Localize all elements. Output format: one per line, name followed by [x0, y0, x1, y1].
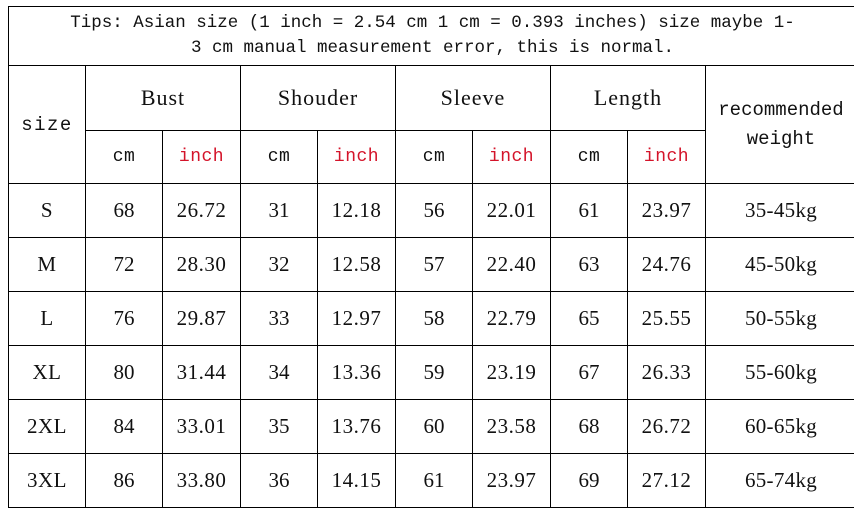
cell-shoulder-cm: 31 — [240, 183, 318, 238]
header-unit-shoulder-inch: inch — [317, 130, 396, 184]
cell-shoulder-cm: 35 — [240, 399, 318, 454]
cell-length-cm: 69 — [550, 453, 628, 508]
cell-sleeve-cm: 57 — [395, 237, 473, 292]
cell-sleeve-inch: 22.79 — [472, 291, 551, 346]
cell-length-cm: 63 — [550, 237, 628, 292]
tips-banner: Tips: Asian size (1 inch = 2.54 cm 1 cm … — [8, 6, 854, 66]
cell-shoulder-cm: 36 — [240, 453, 318, 508]
cell-sleeve-inch: 22.01 — [472, 183, 551, 238]
table-row: S 68 26.72 31 12.18 56 22.01 61 23.97 35… — [8, 183, 854, 238]
cell-size: M — [8, 237, 86, 292]
cell-bust-inch: 28.30 — [162, 237, 241, 292]
cell-bust-inch: 29.87 — [162, 291, 241, 346]
cell-sleeve-cm: 61 — [395, 453, 473, 508]
header-unit-bust-inch: inch — [162, 130, 241, 184]
header-weight-line-1: recommended — [718, 99, 844, 121]
header-group-sleeve: Sleeve — [395, 65, 551, 131]
cell-weight: 45-50kg — [705, 237, 854, 292]
header-unit-bust-cm: cm — [85, 130, 163, 184]
header-group-bust: Bust — [85, 65, 241, 131]
cell-shoulder-inch: 12.97 — [317, 291, 396, 346]
table-row: 3XL 86 33.80 36 14.15 61 23.97 69 27.12 … — [8, 453, 854, 508]
cell-shoulder-inch: 14.15 — [317, 453, 396, 508]
cell-size: 2XL — [8, 399, 86, 454]
cell-length-inch: 24.76 — [627, 237, 706, 292]
cell-size: 3XL — [8, 453, 86, 508]
cell-weight: 60-65kg — [705, 399, 854, 454]
header-unit-length-inch: inch — [627, 130, 706, 184]
cell-weight: 50-55kg — [705, 291, 854, 346]
header-size: size — [8, 65, 86, 184]
cell-bust-inch: 26.72 — [162, 183, 241, 238]
cell-sleeve-inch: 23.19 — [472, 345, 551, 400]
header-unit-sleeve-cm: cm — [395, 130, 473, 184]
cell-sleeve-inch: 23.97 — [472, 453, 551, 508]
cell-length-cm: 67 — [550, 345, 628, 400]
cell-size: XL — [8, 345, 86, 400]
cell-length-cm: 68 — [550, 399, 628, 454]
cell-bust-inch: 33.01 — [162, 399, 241, 454]
header-unit-sleeve-inch: inch — [472, 130, 551, 184]
tips-line-2: 3 cm manual measurement error, this is n… — [190, 38, 675, 58]
cell-sleeve-inch: 22.40 — [472, 237, 551, 292]
cell-shoulder-inch: 12.18 — [317, 183, 396, 238]
size-chart-container: Tips: Asian size (1 inch = 2.54 cm 1 cm … — [8, 6, 854, 508]
cell-bust-cm: 80 — [85, 345, 163, 400]
cell-shoulder-inch: 13.36 — [317, 345, 396, 400]
cell-shoulder-inch: 13.76 — [317, 399, 396, 454]
cell-shoulder-cm: 34 — [240, 345, 318, 400]
cell-length-inch: 23.97 — [627, 183, 706, 238]
table-row: 2XL 84 33.01 35 13.76 60 23.58 68 26.72 … — [8, 399, 854, 454]
cell-size: L — [8, 291, 86, 346]
cell-sleeve-cm: 58 — [395, 291, 473, 346]
cell-bust-cm: 72 — [85, 237, 163, 292]
cell-length-inch: 26.33 — [627, 345, 706, 400]
cell-length-inch: 26.72 — [627, 399, 706, 454]
cell-bust-cm: 76 — [85, 291, 163, 346]
header-group-shoulder: Shouder — [240, 65, 396, 131]
cell-shoulder-inch: 12.58 — [317, 237, 396, 292]
tips-row: Tips: Asian size (1 inch = 2.54 cm 1 cm … — [8, 6, 854, 66]
cell-weight: 35-45kg — [705, 183, 854, 238]
header-group-length: Length — [550, 65, 706, 131]
cell-shoulder-cm: 33 — [240, 291, 318, 346]
table-row: M 72 28.30 32 12.58 57 22.40 63 24.76 45… — [8, 237, 854, 292]
cell-length-inch: 27.12 — [627, 453, 706, 508]
header-row-groups: size Bust Shouder Sleeve Length recommen… — [8, 65, 854, 184]
cell-bust-cm: 84 — [85, 399, 163, 454]
cell-size: S — [8, 183, 86, 238]
cell-bust-cm: 86 — [85, 453, 163, 508]
tips-line-1: Tips: Asian size (1 inch = 2.54 cm 1 cm … — [70, 12, 795, 33]
table-row: XL 80 31.44 34 13.36 59 23.19 67 26.33 5… — [8, 345, 854, 400]
cell-sleeve-inch: 23.58 — [472, 399, 551, 454]
cell-weight: 65-74kg — [705, 453, 854, 508]
size-chart-table: Tips: Asian size (1 inch = 2.54 cm 1 cm … — [8, 6, 854, 508]
header-unit-length-cm: cm — [550, 130, 628, 184]
cell-bust-cm: 68 — [85, 183, 163, 238]
cell-length-cm: 61 — [550, 183, 628, 238]
table-row: L 76 29.87 33 12.97 58 22.79 65 25.55 50… — [8, 291, 854, 346]
cell-length-cm: 65 — [550, 291, 628, 346]
cell-sleeve-cm: 56 — [395, 183, 473, 238]
header-weight-line-2: weight — [746, 127, 816, 150]
cell-bust-inch: 33.80 — [162, 453, 241, 508]
header-recommended-weight: recommended weight — [705, 65, 854, 184]
header-unit-shoulder-cm: cm — [240, 130, 318, 184]
cell-length-inch: 25.55 — [627, 291, 706, 346]
cell-sleeve-cm: 59 — [395, 345, 473, 400]
cell-weight: 55-60kg — [705, 345, 854, 400]
cell-shoulder-cm: 32 — [240, 237, 318, 292]
cell-bust-inch: 31.44 — [162, 345, 241, 400]
cell-sleeve-cm: 60 — [395, 399, 473, 454]
